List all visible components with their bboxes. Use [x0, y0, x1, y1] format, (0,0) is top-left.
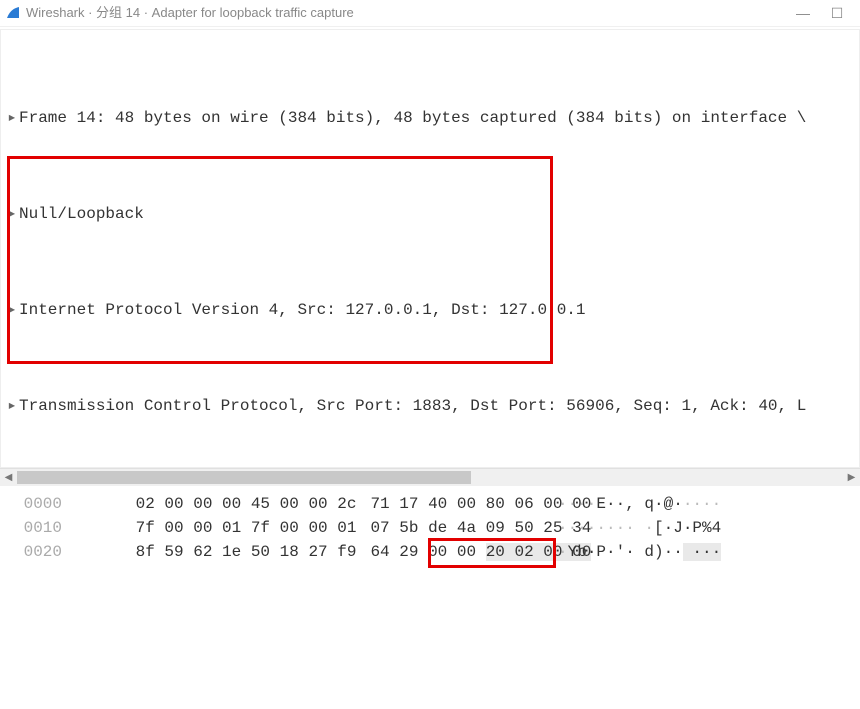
chevron-right-icon[interactable]: ▸: [5, 202, 19, 226]
titlebar: Wireshark · 分组 14 · Adapter for loopback…: [0, 0, 860, 27]
tree-row-null-loopback[interactable]: ▸ Null/Loopback: [1, 202, 859, 226]
hex-pane: 0000 02 00 00 00 45 00 00 2c71 17 40 00 …: [0, 486, 860, 564]
packet-details-pane: ▸ Frame 14: 48 bytes on wire (384 bits),…: [0, 29, 860, 468]
tree-label: Transmission Control Protocol, Src Port:…: [19, 394, 806, 418]
wireshark-icon: [6, 6, 20, 20]
hex-offset: 0010: [0, 516, 78, 540]
hex-ascii: ·Yb·P·'· d)·· ···: [558, 540, 721, 564]
hex-row[interactable]: 0020 8f 59 62 1e 50 18 27 f964 29 00 00 …: [0, 540, 860, 564]
chevron-right-icon[interactable]: ▸: [5, 394, 19, 418]
hex-offset: 0020: [0, 540, 78, 564]
chevron-right-icon[interactable]: ▸: [5, 298, 19, 322]
chevron-right-icon[interactable]: ▸: [5, 106, 19, 130]
hex-ascii: ····E··, q·@·····: [558, 492, 721, 516]
tree-row-frame[interactable]: ▸ Frame 14: 48 bytes on wire (384 bits),…: [1, 106, 859, 130]
scroll-left-button[interactable]: ◀: [0, 469, 17, 486]
tree-label: Frame 14: 48 bytes on wire (384 bits), 4…: [19, 106, 806, 130]
maximize-button[interactable]: ☐: [820, 0, 854, 26]
hex-selected-ascii: ···: [683, 543, 721, 561]
tree-label: Null/Loopback: [19, 202, 144, 226]
hex-ascii: ········ ·[·J·P%4: [558, 516, 721, 540]
hex-offset: 0000: [0, 492, 78, 516]
minimize-button[interactable]: —: [786, 0, 820, 26]
window-title: Wireshark · 分组 14 · Adapter for loopback…: [26, 0, 786, 26]
tree-label: Internet Protocol Version 4, Src: 127.0.…: [19, 298, 586, 322]
hex-bytes[interactable]: 8f 59 62 1e 50 18 27 f964 29 00 00 20 02…: [78, 516, 558, 588]
tree-row-tcp[interactable]: ▸ Transmission Control Protocol, Src Por…: [1, 394, 859, 418]
protocol-tree: ▸ Frame 14: 48 bytes on wire (384 bits),…: [1, 30, 859, 468]
tree-row-ip[interactable]: ▸ Internet Protocol Version 4, Src: 127.…: [1, 298, 859, 322]
scroll-right-button[interactable]: ▶: [843, 469, 860, 486]
